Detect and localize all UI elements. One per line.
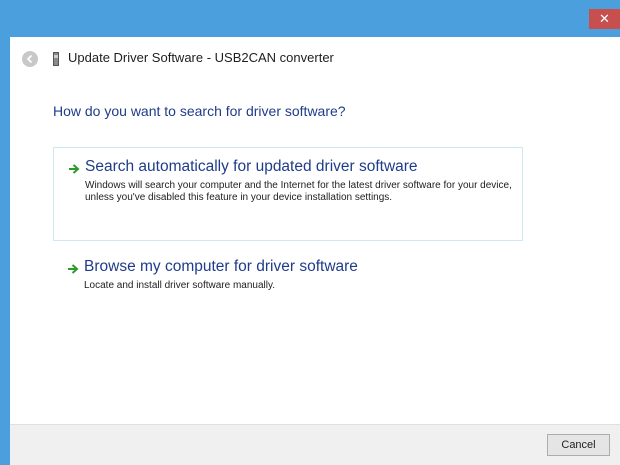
dialog-footer: Cancel [10,424,620,465]
browse-computer-option[interactable]: Browse my computer for driver software L… [53,253,523,307]
back-button[interactable] [22,51,38,67]
option-title: Browse my computer for driver software [84,258,358,275]
dialog-client-area: Update Driver Software - USB2CAN convert… [10,37,620,465]
option-description: Locate and install driver software manua… [84,280,276,291]
window-title: Update Driver Software - USB2CAN convert… [68,50,334,65]
window-border [0,0,10,465]
back-arrow-icon [26,54,33,64]
close-button[interactable]: ✕ [589,9,620,29]
green-arrow-icon [69,164,80,174]
dialog-header: Update Driver Software - USB2CAN convert… [10,37,620,81]
usb-device-icon [53,52,59,66]
search-automatically-option[interactable]: Search automatically for updated driver … [53,147,523,241]
page-heading: How do you want to search for driver sof… [53,103,346,119]
close-icon: ✕ [599,11,610,26]
dialog-window: ✕ Update Driver Software - USB2CAN conve… [0,0,620,465]
green-arrow-icon [68,264,79,274]
cancel-button[interactable]: Cancel [547,434,610,456]
option-title: Search automatically for updated driver … [85,158,418,175]
option-description: Windows will search your computer and th… [85,180,512,203]
